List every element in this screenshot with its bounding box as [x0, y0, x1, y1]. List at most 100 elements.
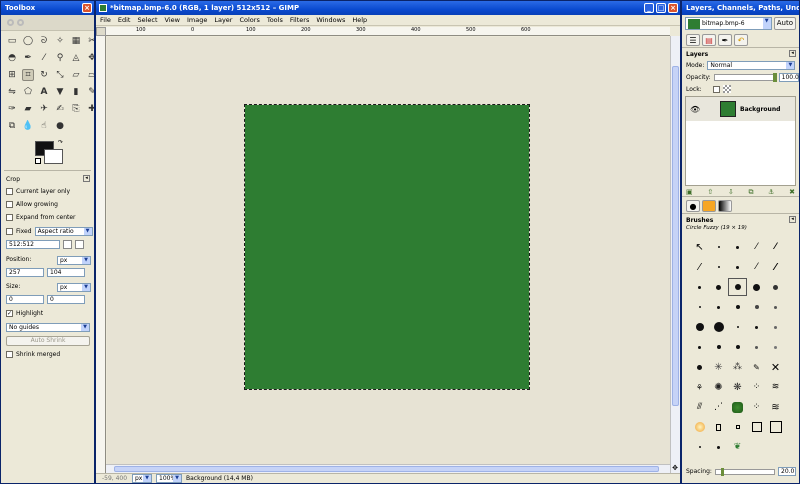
- brush-item[interactable]: ✺: [709, 378, 728, 396]
- brush-item[interactable]: ⁄: [747, 238, 766, 256]
- brush-item[interactable]: ≋: [766, 378, 785, 396]
- brush-item[interactable]: [690, 278, 709, 296]
- zoom-icon[interactable]: ⚲: [54, 52, 66, 64]
- shear-icon[interactable]: ▱: [70, 69, 82, 81]
- heal-icon[interactable]: ✚: [86, 103, 94, 115]
- brush-item[interactable]: [766, 338, 785, 356]
- brush-item[interactable]: ✎: [747, 358, 766, 376]
- brush-item[interactable]: [709, 438, 728, 456]
- opacity-slider[interactable]: [713, 73, 777, 82]
- align-icon[interactable]: ⊞: [6, 69, 18, 81]
- lock-alpha-icon[interactable]: [722, 85, 731, 93]
- brush-item[interactable]: [709, 278, 728, 296]
- zoom-select[interactable]: 100% ▼: [156, 474, 182, 483]
- brush-item[interactable]: [747, 298, 766, 316]
- brush-item[interactable]: [766, 298, 785, 316]
- menu-edit[interactable]: Edit: [118, 15, 131, 25]
- rotate-icon[interactable]: ↻: [38, 69, 50, 81]
- ellipse-select-icon[interactable]: ◯: [22, 35, 34, 47]
- paintbrush-icon[interactable]: ✑: [6, 103, 18, 115]
- brushes-menu-icon[interactable]: ◂: [789, 216, 796, 223]
- position-unit-select[interactable]: px ▼: [57, 256, 91, 265]
- brush-item[interactable]: [728, 298, 747, 316]
- brush-item[interactable]: [766, 318, 785, 336]
- brush-item[interactable]: [690, 438, 709, 456]
- menu-tools[interactable]: Tools: [267, 15, 283, 25]
- brush-item[interactable]: ⁄: [747, 258, 766, 276]
- dodge-burn-icon[interactable]: ●: [54, 120, 66, 132]
- spacing-slider[interactable]: [714, 467, 775, 476]
- menu-colors[interactable]: Colors: [239, 15, 259, 25]
- blend-icon[interactable]: ▮: [70, 86, 82, 98]
- undo-tab-icon[interactable]: ↶: [734, 34, 748, 46]
- brush-item[interactable]: [747, 338, 766, 356]
- brush-item[interactable]: [728, 398, 747, 416]
- brush-item[interactable]: ⁂: [728, 358, 747, 376]
- brush-item[interactable]: ✕: [766, 358, 785, 376]
- foreground-select-icon[interactable]: ◓: [6, 52, 18, 64]
- brushes-tab-icon[interactable]: ●: [686, 200, 700, 212]
- anchor-layer-icon[interactable]: ⚓: [768, 188, 774, 197]
- rect-select-icon[interactable]: ▭: [6, 35, 18, 47]
- layers-titlebar[interactable]: Layers, Channels, Paths, Undo - B...: [682, 1, 799, 15]
- menu-view[interactable]: View: [165, 15, 180, 25]
- highlight-checkbox[interactable]: ✓: [6, 310, 13, 317]
- brush-item[interactable]: ≋: [766, 398, 785, 416]
- brush-item[interactable]: ⫻: [690, 398, 709, 416]
- brush-item[interactable]: ↖: [690, 238, 709, 256]
- scale-icon[interactable]: ⤡: [54, 69, 66, 81]
- brush-item[interactable]: ⁘: [747, 398, 766, 416]
- brush-item[interactable]: [728, 258, 747, 276]
- spacing-input[interactable]: 20.0: [778, 467, 796, 476]
- shrink-merged-checkbox[interactable]: [6, 351, 13, 358]
- delete-layer-icon[interactable]: ✖: [789, 188, 795, 197]
- size-unit-select[interactable]: px ▼: [57, 283, 91, 292]
- portrait-icon[interactable]: [63, 240, 72, 249]
- unit-select[interactable]: px ▼: [132, 474, 152, 483]
- perspective-icon[interactable]: ⏢: [86, 69, 94, 81]
- color-select-icon[interactable]: ▦: [70, 35, 82, 47]
- color-area[interactable]: ↷: [1, 138, 94, 168]
- close-icon[interactable]: ×: [82, 3, 92, 13]
- allow-growing-checkbox[interactable]: [6, 201, 13, 208]
- free-select-icon[interactable]: ᘐ: [38, 35, 50, 47]
- menu-image[interactable]: Image: [187, 15, 207, 25]
- measure-icon[interactable]: ◬: [70, 52, 82, 64]
- brush-item[interactable]: [709, 318, 728, 336]
- crop-icon[interactable]: ⌗: [22, 69, 34, 81]
- lock-pixels-checkbox[interactable]: [712, 85, 720, 93]
- horizontal-scrollbar[interactable]: [106, 464, 670, 473]
- landscape-icon[interactable]: [75, 240, 84, 249]
- cage-icon[interactable]: ⬠: [22, 86, 34, 98]
- brush-item[interactable]: [728, 338, 747, 356]
- fixed-checkbox[interactable]: [6, 228, 13, 235]
- brush-item[interactable]: [709, 298, 728, 316]
- menu-select[interactable]: Select: [137, 15, 157, 25]
- menu-file[interactable]: File: [100, 15, 111, 25]
- expand-from-center-checkbox[interactable]: [6, 214, 13, 221]
- text-icon[interactable]: A: [38, 86, 50, 98]
- brush-item[interactable]: [690, 298, 709, 316]
- horizontal-ruler[interactable]: 100 0 100 200 300 400 500 600: [106, 27, 670, 36]
- quick-mask-corner[interactable]: [96, 27, 106, 36]
- brush-item[interactable]: [747, 318, 766, 336]
- color-picker-icon[interactable]: ⁄: [38, 52, 50, 64]
- brush-item[interactable]: ❦: [728, 438, 747, 456]
- clone-icon[interactable]: ⎘: [70, 103, 82, 115]
- position-x-input[interactable]: 257: [6, 268, 44, 277]
- size-h-input[interactable]: 0: [47, 295, 85, 304]
- menu-layer[interactable]: Layer: [214, 15, 232, 25]
- brush-item[interactable]: [709, 258, 728, 276]
- fixed-mode-select[interactable]: Aspect ratio ▼: [34, 227, 93, 236]
- patterns-tab-icon[interactable]: [702, 200, 716, 212]
- image-select[interactable]: bitmap.bmp-6 ▼: [685, 17, 772, 30]
- image-canvas[interactable]: [244, 104, 530, 390]
- brush-item[interactable]: ❋: [728, 378, 747, 396]
- swap-colors-icon[interactable]: ↷: [58, 139, 63, 146]
- scroll-thumb[interactable]: [672, 66, 679, 406]
- new-layer-icon[interactable]: ▣: [686, 188, 693, 197]
- flip-icon[interactable]: ⇋: [6, 86, 18, 98]
- move-icon[interactable]: ✥: [86, 52, 94, 64]
- opacity-input[interactable]: 100.0: [778, 73, 799, 82]
- slider-handle[interactable]: [772, 73, 777, 82]
